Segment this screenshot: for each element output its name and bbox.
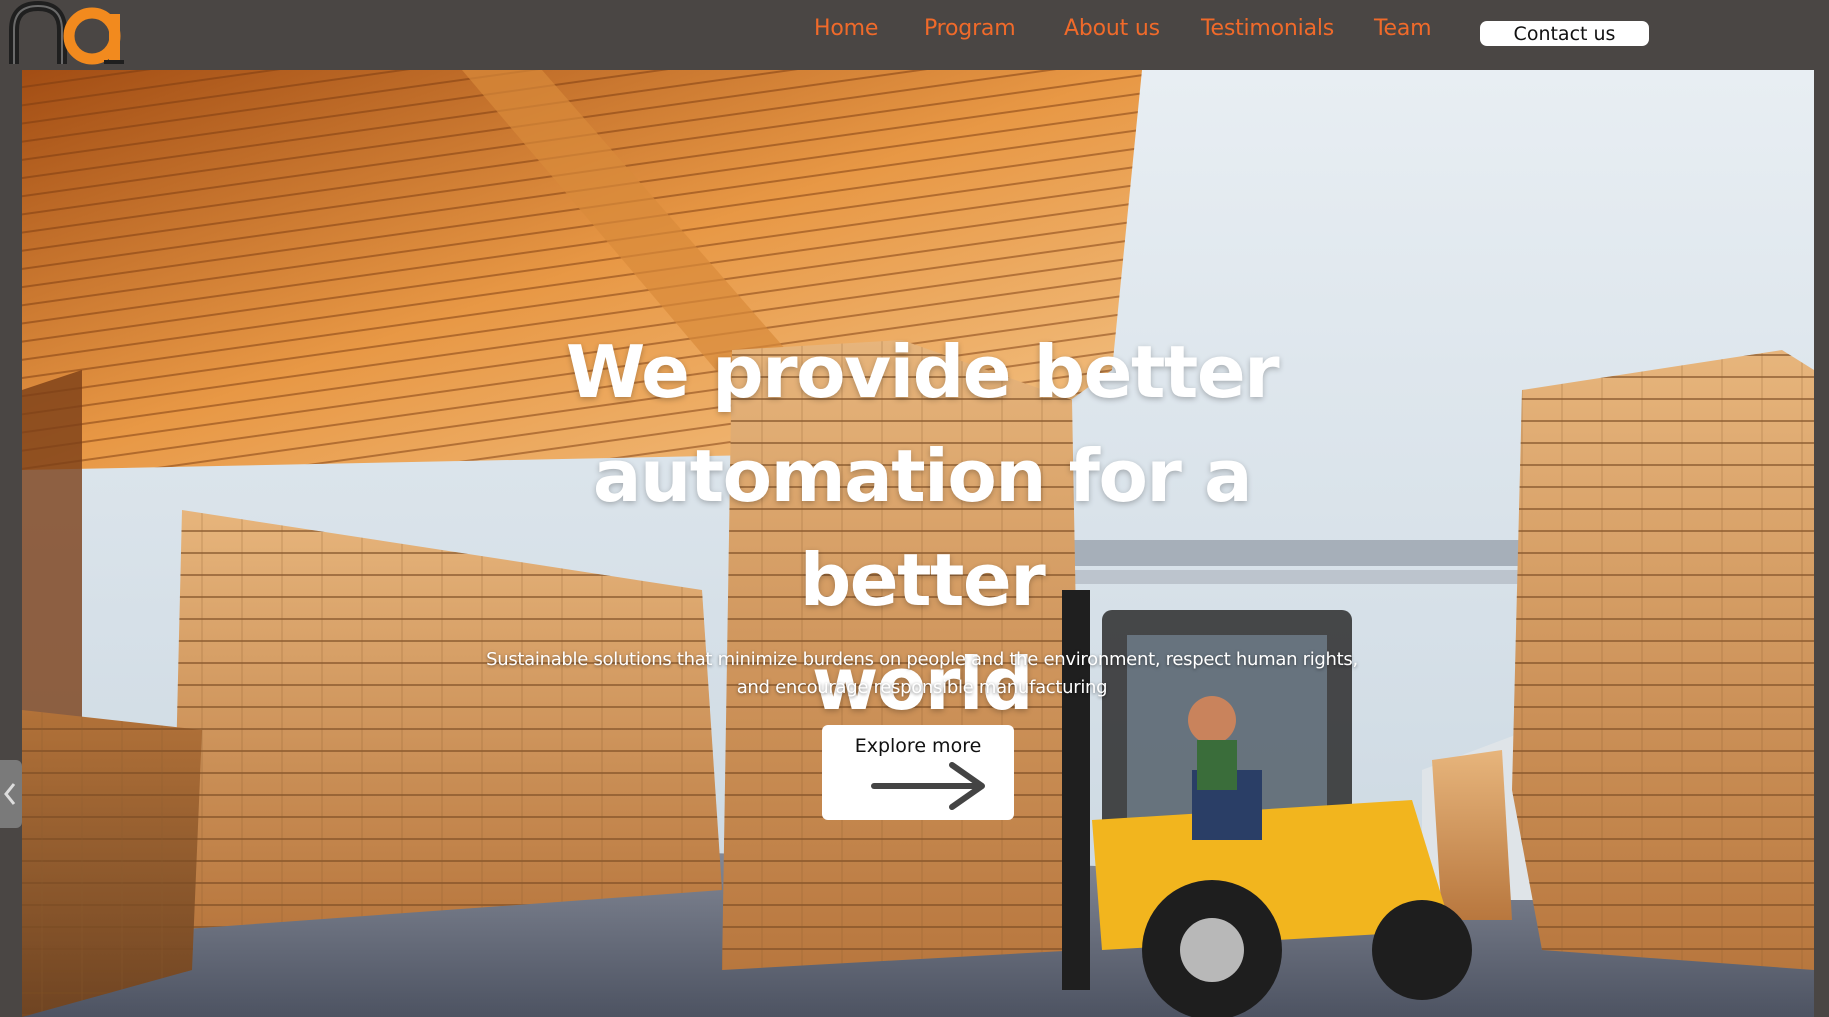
contact-us-button[interactable]: Contact us: [1480, 21, 1649, 46]
nav-program[interactable]: Program: [924, 16, 1016, 41]
hero-subheadline-line2: and encourage responsible manufacturing: [736, 677, 1108, 698]
nav-team[interactable]: Team: [1374, 16, 1432, 41]
arrow-right-icon: [871, 762, 985, 810]
hero-headline-line2: automation for a better: [592, 434, 1253, 622]
navbar: Home Program About us Testimonials Team …: [0, 0, 1829, 70]
explore-more-label: Explore more: [854, 735, 982, 757]
nav-home[interactable]: Home: [814, 16, 878, 41]
chevron-left-icon: [4, 783, 16, 805]
side-scroll-tab[interactable]: [0, 760, 22, 828]
hero-content: We provide better automation for a bette…: [22, 70, 1814, 1017]
nav-about-us[interactable]: About us: [1064, 16, 1160, 41]
hero-headline-line1: We provide better: [565, 330, 1280, 414]
explore-more-button[interactable]: Explore more: [822, 725, 1014, 820]
hero-subheadline-line1: Sustainable solutions that minimize burd…: [486, 649, 1358, 670]
hero-subheadline: Sustainable solutions that minimize burd…: [452, 646, 1392, 702]
hero-section: We provide better automation for a bette…: [22, 70, 1814, 1017]
nav-testimonials[interactable]: Testimonials: [1201, 16, 1334, 41]
